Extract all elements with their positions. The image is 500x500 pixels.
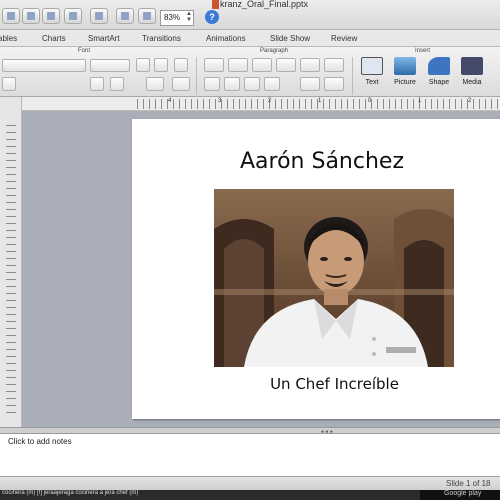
tab-tables[interactable]: Tables	[0, 34, 17, 43]
highlight-icon[interactable]	[172, 77, 190, 91]
group-label-insert: Insert	[415, 48, 431, 54]
undo-icon[interactable]	[116, 8, 134, 24]
decrease-indent-icon[interactable]	[252, 58, 272, 72]
pptx-file-icon	[212, 0, 219, 9]
vertical-ruler	[0, 97, 22, 430]
group-label-paragraph: Paragraph	[260, 48, 289, 54]
slide[interactable]: Aarón Sánchez Un Chef Increíble	[132, 119, 500, 419]
new-icon[interactable]	[2, 8, 20, 24]
save-icon[interactable]	[64, 8, 82, 24]
zoom-stepper-icon[interactable]: ▲ ▼	[186, 11, 192, 23]
slide-subtitle[interactable]: Un Chef Increíble	[222, 375, 447, 393]
font-color-icon[interactable]	[146, 77, 164, 91]
font-size-select[interactable]	[90, 59, 130, 72]
tab-smartart[interactable]: SmartArt	[88, 34, 120, 43]
help-icon[interactable]: ?	[205, 10, 219, 24]
ruler-mark: 0	[368, 98, 372, 104]
tab-slide-show[interactable]: Slide Show	[270, 34, 310, 43]
clear-format-icon[interactable]	[174, 58, 188, 72]
shape-icon	[428, 57, 450, 75]
insert-text-label: Text	[365, 79, 379, 86]
tab-animations[interactable]: Animations	[206, 34, 246, 43]
chef-photo-image	[214, 189, 454, 367]
picture-icon	[394, 57, 416, 75]
text-box-icon	[361, 57, 383, 75]
columns-icon[interactable]	[324, 58, 344, 72]
align-right-icon[interactable]	[244, 77, 260, 91]
insert-picture-label: Picture	[394, 79, 416, 86]
ruler-mark: 2	[468, 98, 472, 104]
slide-counter: Slide 1 of 18	[446, 479, 491, 488]
chef-photo[interactable]	[214, 189, 454, 367]
insert-media-button[interactable]: Media	[457, 57, 487, 86]
ruler-ticks	[132, 99, 500, 109]
tab-review[interactable]: Review	[331, 34, 357, 43]
bullets-icon[interactable]	[204, 58, 224, 72]
media-icon	[461, 57, 483, 75]
italic-icon[interactable]	[2, 77, 16, 91]
ribbon: Font Paragraph Insert Text Picture Shape…	[0, 47, 500, 97]
status-bar: Slide 1 of 18	[0, 476, 500, 490]
notes-placeholder: Click to add notes	[8, 437, 72, 446]
templates-icon[interactable]	[22, 8, 40, 24]
powerpoint-window: 83% ▲▼ ? kranz_Oral_Final.pptx Tables Ch…	[0, 0, 500, 500]
background-caption: cocinera (m) [f] jeraajeraga cocinera a …	[2, 490, 139, 496]
justify-icon[interactable]	[264, 77, 280, 91]
tab-charts[interactable]: Charts	[42, 34, 66, 43]
notes-splitter[interactable]: ● ● ●	[0, 427, 500, 435]
line-spacing-icon[interactable]	[300, 77, 320, 91]
background-window-strip: cocinera (m) [f] jeraajeraga cocinera a …	[0, 490, 500, 500]
insert-media-label: Media	[462, 79, 482, 86]
print-icon[interactable]	[90, 8, 108, 24]
google-play-label: Google play	[444, 490, 482, 497]
slide-title[interactable]: Aarón Sánchez	[212, 149, 432, 174]
horizontal-ruler: 4 3 2 1 0 1 2	[22, 97, 500, 111]
grow-font-icon[interactable]	[136, 58, 150, 72]
shrink-font-icon[interactable]	[154, 58, 168, 72]
ribbon-tabs: Tables Charts SmartArt Transitions Anima…	[0, 30, 500, 47]
group-label-font: Font	[78, 48, 91, 54]
ruler-mark: 1	[318, 98, 322, 104]
numbering-icon[interactable]	[228, 58, 248, 72]
align-center-icon[interactable]	[224, 77, 240, 91]
font-name-select[interactable]	[2, 59, 86, 72]
vertical-align-icon[interactable]	[324, 77, 344, 91]
ruler-mark: 2	[268, 98, 272, 104]
insert-shape-button[interactable]: Shape	[424, 57, 454, 86]
document-title: kranz_Oral_Final.pptx	[220, 0, 309, 9]
ribbon-divider	[196, 57, 197, 95]
standard-toolbar: 83% ▲ ▼ ? kranz_Oral_Final.pptx	[0, 0, 500, 30]
ruler-mark: 4	[168, 98, 172, 104]
increase-indent-icon[interactable]	[276, 58, 296, 72]
insert-picture-button[interactable]: Picture	[390, 57, 420, 86]
ribbon-divider	[352, 57, 353, 95]
open-icon[interactable]	[42, 8, 60, 24]
slide-canvas: Aarón Sánchez Un Chef Increíble	[22, 111, 500, 427]
ruler-ticks	[6, 119, 16, 419]
redo-icon[interactable]	[138, 8, 156, 24]
insert-text-button[interactable]: Text	[357, 57, 387, 86]
align-left-icon[interactable]	[204, 77, 220, 91]
google-play-badge[interactable]: Google play	[420, 490, 500, 500]
subscript-icon[interactable]	[90, 77, 104, 91]
insert-shape-label: Shape	[428, 79, 450, 86]
ruler-mark: 1	[418, 98, 422, 104]
text-direction-icon[interactable]	[300, 58, 320, 72]
ruler-mark: 3	[218, 98, 222, 104]
notes-pane[interactable]: Click to add notes	[0, 434, 500, 476]
superscript-icon[interactable]	[110, 77, 124, 91]
tab-transitions[interactable]: Transitions	[142, 34, 181, 43]
